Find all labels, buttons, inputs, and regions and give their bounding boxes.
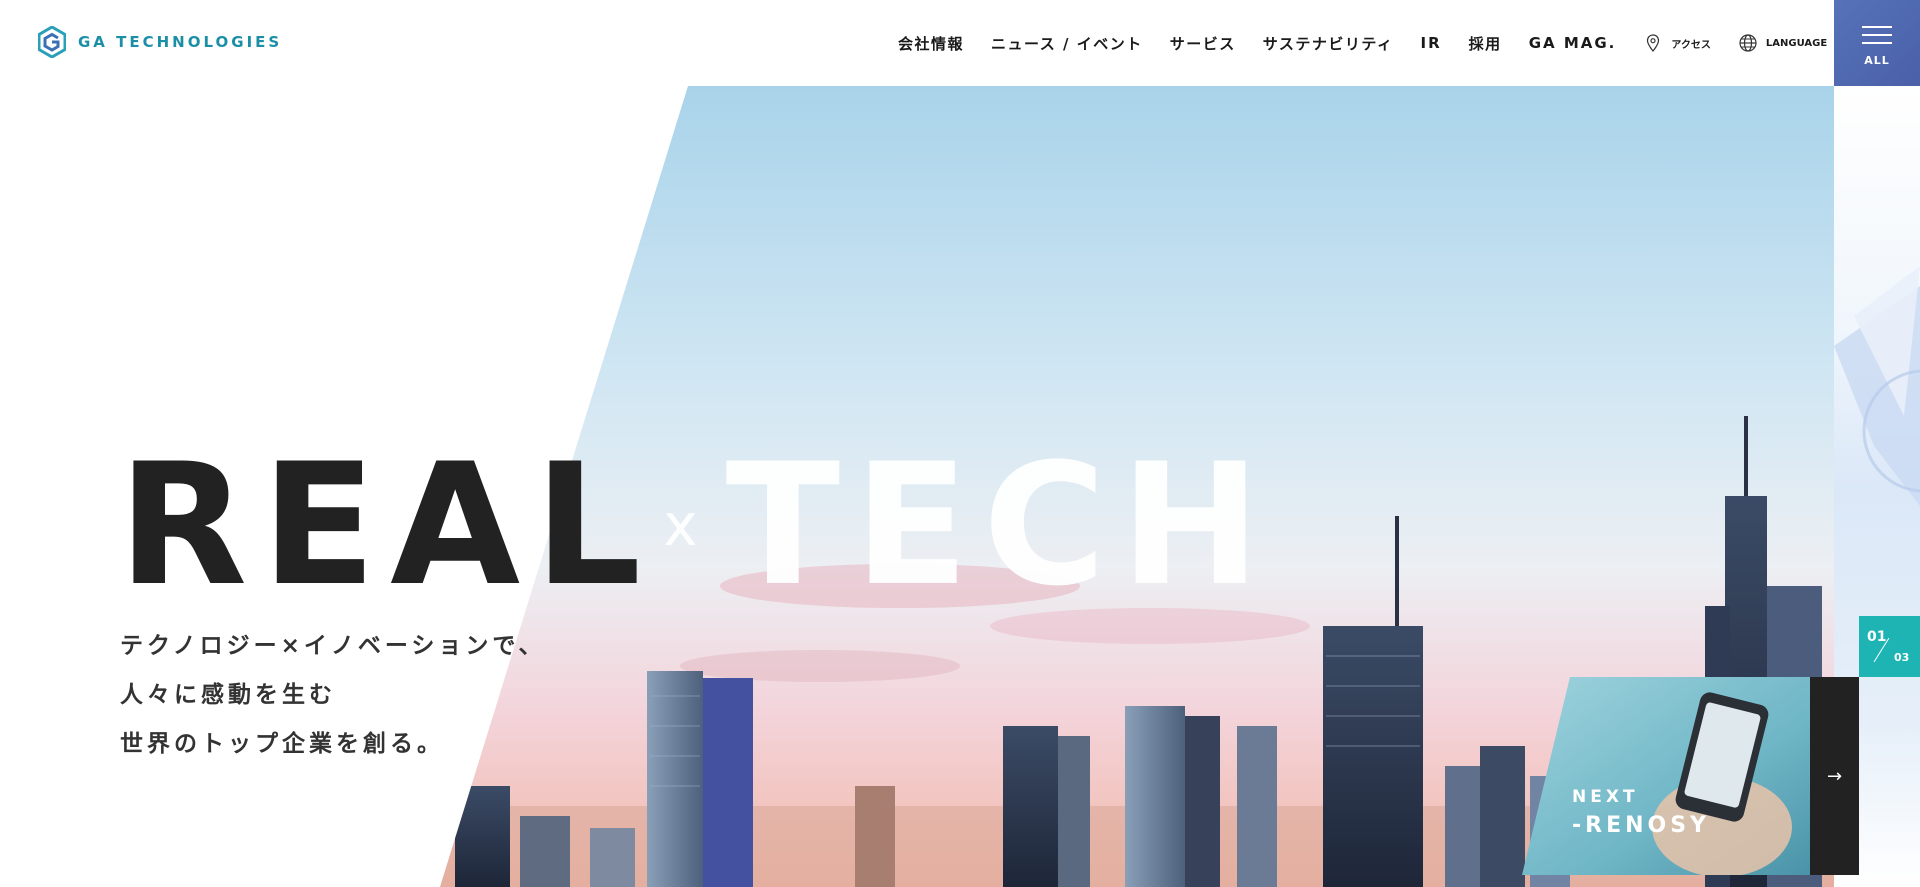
language-label: LANGUAGE (1765, 37, 1828, 49)
all-menu-button[interactable]: ALL (1834, 0, 1920, 86)
subcopy-line: 人々に感動を生む (120, 682, 336, 708)
brand-name: GA TECHNOLOGIES (78, 33, 283, 51)
next-slide-title: -RENOSY (1572, 813, 1710, 838)
logo-hexagon-icon (38, 26, 66, 58)
subcopy-line: テクノロジー×イノベーションで、 (120, 633, 546, 659)
nav-item-news-events[interactable]: ニュース / イベント (991, 33, 1143, 54)
globe-icon (1739, 34, 1757, 52)
next-label: NEXT (1572, 787, 1639, 807)
next-slide-card[interactable]: NEXT -RENOSY → (1522, 677, 1859, 875)
headline-real: REAL (118, 427, 656, 623)
next-arrow-button[interactable]: → (1810, 677, 1859, 875)
hero-subcopy: テクノロジー×イノベーションで、 人々に感動を生む 世界のトップ企業を創る。 (120, 622, 546, 769)
hamburger-icon (1862, 26, 1892, 50)
next-slide-thumbnail: NEXT -RENOSY (1522, 677, 1810, 875)
slide-total: 03 (1894, 651, 1910, 664)
nav-item-ga-mag[interactable]: GA MAG. (1529, 34, 1617, 52)
map-pin-icon (1647, 34, 1660, 52)
nav-item-services[interactable]: サービス (1170, 33, 1236, 54)
nav-item-company[interactable]: 会社情報 (898, 33, 964, 54)
language-selector[interactable]: LANGUAGE (1738, 33, 1827, 53)
menu-label: ALL (1864, 54, 1890, 67)
slide-counter[interactable]: 01 03 (1859, 616, 1920, 677)
nav-item-recruit[interactable]: 採用 (1469, 33, 1502, 54)
headline-x: x (663, 491, 698, 559)
brand-logo[interactable]: GA TECHNOLOGIES (38, 26, 282, 58)
arrow-right-icon: → (1826, 765, 1843, 787)
nav-item-ir[interactable]: IR (1421, 34, 1442, 52)
global-nav: 会社情報 ニュース / イベント サービス サステナビリティ IR 採用 GA … (898, 0, 1827, 86)
site-header: GA TECHNOLOGIES 会社情報 ニュース / イベント サービス サス… (0, 0, 1920, 86)
hero-headline: REAL x TECH (118, 441, 1275, 609)
access-label: アクセス (1671, 39, 1711, 51)
slide-current: 01 (1867, 629, 1887, 645)
nav-item-sustainability[interactable]: サステナビリティ (1263, 33, 1394, 54)
subcopy-line: 世界のトップ企業を創る。 (120, 731, 444, 757)
headline-tech: TECH (725, 427, 1275, 623)
access-link[interactable]: アクセス (1643, 33, 1711, 53)
